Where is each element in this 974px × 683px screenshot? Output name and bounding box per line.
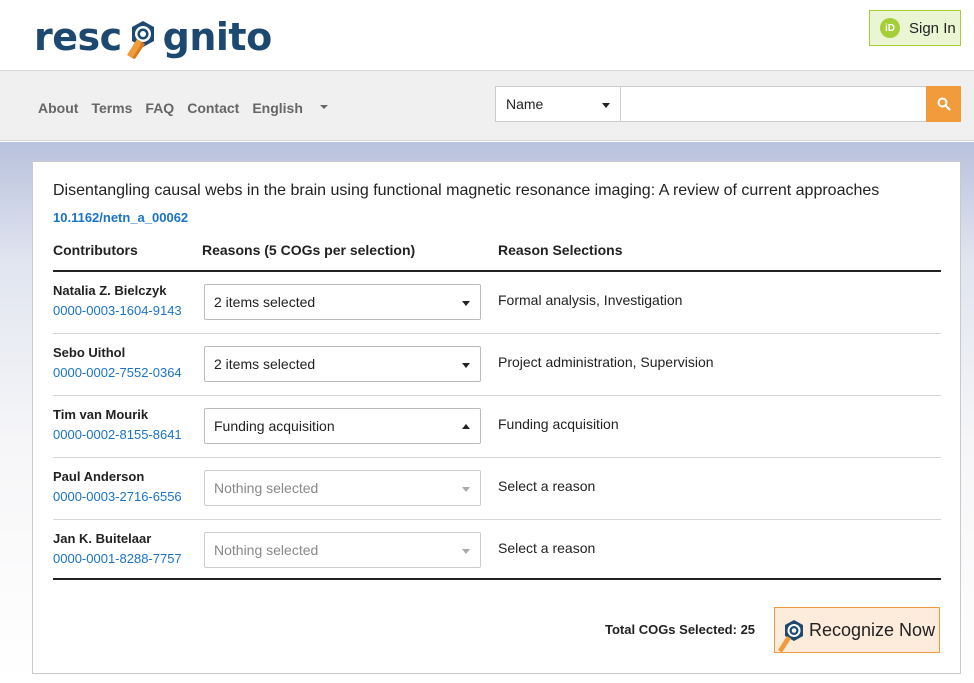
reason-select-value: Nothing selected — [214, 480, 319, 496]
table-row: Sebo Uithol 0000-0002-7552-0364 2 items … — [53, 334, 941, 396]
table-row: Paul Anderson 0000-0003-2716-6556 Nothin… — [53, 458, 941, 520]
recognize-now-label: Recognize Now — [809, 619, 936, 640]
table-row: Tim van Mourik 0000-0002-8155-8641 Fundi… — [53, 396, 941, 458]
cog-logo-icon — [777, 617, 807, 653]
reason-selections-text: Formal analysis, Investigation — [498, 292, 683, 308]
search-type-value: Name — [506, 96, 544, 112]
reason-select[interactable]: 2 items selected — [204, 284, 481, 320]
header-reason-selections: Reason Selections — [498, 242, 623, 258]
logo-text-left: resc — [34, 15, 122, 59]
nav-contact[interactable]: Contact — [187, 100, 239, 116]
search-type-select[interactable]: Name — [495, 86, 621, 122]
total-cogs-label: Total COGs Selected: 25 — [605, 622, 756, 637]
recognize-now-button[interactable]: Recognize Now — [774, 607, 940, 653]
contributor-orcid-link[interactable]: 0000-0002-7552-0364 — [53, 365, 182, 380]
reason-select[interactable]: Nothing selected — [204, 470, 481, 506]
nav-terms[interactable]: Terms — [91, 100, 132, 116]
header-reasons: Reasons (5 COGs per selection) — [202, 242, 416, 258]
table-row: Jan K. Buitelaar 0000-0001-8288-7757 Not… — [53, 520, 941, 582]
contributor-name: Jan K. Buitelaar — [53, 531, 152, 546]
language-dropdown[interactable]: English — [252, 100, 341, 116]
chevron-down-icon — [462, 363, 470, 368]
nav-bar: About Terms FAQ Contact English Name — [0, 71, 974, 141]
contributor-name: Sebo Uithol — [53, 345, 126, 360]
reason-select-value: Funding acquisition — [214, 418, 335, 434]
nav-about[interactable]: About — [38, 100, 78, 116]
logo-text-right: gnito — [162, 15, 273, 59]
language-label: English — [252, 100, 303, 116]
chevron-down-icon — [319, 105, 328, 110]
contributor-name: Tim van Mourik — [53, 407, 149, 422]
contributor-name: Natalia Z. Bielczyk — [53, 283, 167, 298]
article-card: Disentangling causal webs in the brain u… — [32, 161, 961, 674]
cog-logo-icon — [123, 15, 163, 59]
reason-select[interactable]: Nothing selected — [204, 532, 481, 568]
reason-select-value: 2 items selected — [214, 294, 316, 310]
chevron-down-icon — [602, 103, 610, 108]
reason-select[interactable]: Funding acquisition — [204, 408, 481, 444]
reason-select[interactable]: 2 items selected — [204, 346, 481, 382]
reason-selections-text: Select a reason — [498, 478, 596, 494]
chevron-down-icon — [462, 549, 470, 554]
article-doi-link[interactable]: 10.1162/netn_a_00062 — [53, 210, 188, 225]
sign-in-button[interactable]: iD Sign In — [869, 10, 961, 46]
sign-in-label: Sign In — [909, 19, 956, 37]
chevron-down-icon — [462, 301, 470, 306]
rescognito-logo[interactable]: resc gnito — [34, 10, 272, 64]
top-header: resc gnito iD Sign In — [0, 0, 974, 71]
contributor-orcid-link[interactable]: 0000-0003-1604-9143 — [53, 303, 182, 318]
contributor-orcid-link[interactable]: 0000-0002-8155-8641 — [53, 427, 182, 442]
search-button[interactable] — [926, 86, 961, 122]
reason-select-value: Nothing selected — [214, 542, 319, 558]
article-title: Disentangling causal webs in the brain u… — [53, 182, 880, 199]
search-input[interactable] — [621, 86, 927, 122]
contributor-name: Paul Anderson — [53, 469, 145, 484]
contributor-orcid-link[interactable]: 0000-0003-2716-6556 — [53, 489, 182, 504]
contributor-orcid-link[interactable]: 0000-0001-8288-7757 — [53, 551, 182, 566]
chevron-down-icon — [462, 487, 470, 492]
table-footer-rule — [53, 578, 941, 580]
search-icon — [937, 97, 951, 111]
reason-selections-text: Funding acquisition — [498, 416, 619, 432]
header-contributors: Contributors — [53, 242, 138, 258]
chevron-up-icon — [462, 424, 470, 429]
nav-links: About Terms FAQ Contact English — [38, 100, 354, 116]
reason-selections-text: Select a reason — [498, 540, 596, 556]
reason-select-value: 2 items selected — [214, 356, 316, 372]
nav-faq[interactable]: FAQ — [145, 100, 174, 116]
reason-selections-text: Project administration, Supervision — [498, 354, 714, 370]
orcid-icon: iD — [880, 18, 900, 38]
table-row: Natalia Z. Bielczyk 0000-0003-1604-9143 … — [53, 272, 941, 334]
